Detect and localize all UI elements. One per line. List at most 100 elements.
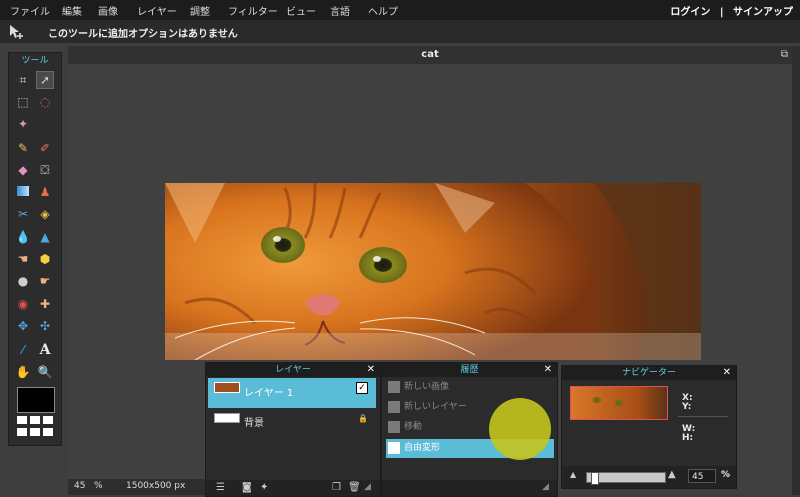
layer-mask-icon[interactable]: ◙	[242, 482, 252, 493]
magic-wand-tool-icon[interactable]: ✦	[14, 115, 32, 133]
thumb-eye	[615, 400, 623, 406]
options-message: このツールに追加オプションはありません	[48, 29, 238, 40]
close-icon[interactable]: ✕	[544, 363, 552, 377]
layers-panel: レイヤー ✕ レイヤー 1 ✓ 背景 🔒 ☰ ◙ ✦ ❐ 🗑 ◢	[205, 362, 381, 497]
layer-name: レイヤー 1	[244, 388, 294, 399]
visibility-checkbox[interactable]: ✓	[356, 382, 368, 394]
hand-tool-icon[interactable]: ✋	[14, 363, 32, 381]
auth-links: ログイン | サインアップ	[667, 3, 796, 18]
blur-tool-icon[interactable]: 💧	[14, 228, 32, 246]
burn-tool-icon[interactable]: ●	[14, 272, 32, 290]
layer-row[interactable]: 背景 🔒	[208, 410, 376, 432]
zoom-unit: %	[94, 481, 103, 491]
vertical-scrollbar[interactable]	[792, 46, 800, 495]
history-item-label: 新しい画像	[404, 382, 450, 392]
signup-link[interactable]: サインアップ	[733, 7, 793, 18]
dodge-tool-icon[interactable]: ☛	[36, 272, 54, 290]
zoom-in-icon[interactable]: ▲	[668, 469, 676, 480]
history-item[interactable]: 新しい画像	[386, 378, 554, 397]
status-bar: 45 % 1500x500 px	[68, 479, 208, 495]
history-doc-icon	[388, 380, 400, 393]
auth-separator: |	[719, 7, 724, 18]
navigator-thumbnail[interactable]	[570, 386, 668, 420]
move-tool-icon[interactable]: ➚	[36, 71, 54, 89]
clone-stamp-tool-icon[interactable]: ♟	[36, 183, 54, 201]
primary-color-swatch[interactable]	[17, 387, 55, 413]
navigator-footer: ▲ ▲ 45 %	[562, 466, 736, 488]
menu-language[interactable]: 言語	[330, 3, 350, 18]
drawing-tool-icon[interactable]: ◈	[36, 205, 54, 223]
y-label: Y:	[682, 402, 692, 412]
resize-grip-icon[interactable]: ◢	[542, 482, 549, 492]
pencil-tool-icon[interactable]: ✎	[14, 139, 32, 157]
type-tool-icon[interactable]: A	[36, 341, 54, 359]
document-dimensions: 1500x500 px	[126, 481, 186, 491]
zoom-unit: %	[721, 470, 731, 480]
zoom-out-icon[interactable]: ▲	[570, 470, 576, 479]
marquee-tool-icon[interactable]: ⬚	[14, 93, 32, 111]
gradient-tool-icon[interactable]	[14, 183, 32, 201]
eraser-tool-icon[interactable]: ◆	[14, 161, 32, 179]
layer-thumbnail	[214, 413, 240, 423]
maximize-icon[interactable]: ⧉	[781, 49, 788, 60]
palette-swatch-icon[interactable]	[43, 416, 53, 424]
lasso-tool-icon[interactable]: ◌	[36, 93, 54, 111]
zoom-slider[interactable]	[586, 472, 666, 485]
close-icon[interactable]: ✕	[367, 363, 375, 377]
color-picker-tool-icon[interactable]: ⁄	[14, 341, 32, 359]
move-tool-icon	[8, 24, 24, 44]
history-doc-icon	[388, 441, 400, 454]
options-bar: このツールに追加オプションはありません	[0, 21, 800, 43]
spot-heal-tool-icon[interactable]: ✚	[36, 295, 54, 313]
sharpen-tool-icon[interactable]: ▲	[36, 228, 54, 246]
layers-panel-title: レイヤー	[206, 363, 380, 377]
history-doc-icon	[388, 400, 400, 413]
move-icon	[388, 420, 400, 433]
red-eye-tool-icon[interactable]: ◉	[14, 295, 32, 313]
h-label: H:	[682, 433, 694, 443]
history-item-label: 自由変形	[404, 443, 441, 453]
close-icon[interactable]: ✕	[723, 366, 731, 380]
smudge-tool-icon[interactable]: ☚	[14, 250, 32, 268]
resize-grip-icon[interactable]: ◢	[364, 482, 371, 492]
crop-tool-icon[interactable]: ⌗	[14, 71, 32, 89]
pinch-tool-icon[interactable]: ✣	[36, 317, 54, 335]
history-item-label: 移動	[404, 422, 423, 432]
menu-help[interactable]: ヘルプ	[368, 3, 398, 18]
sponge-tool-icon[interactable]: ⬢	[36, 250, 54, 268]
divider	[678, 416, 728, 417]
palette-swatch-icon[interactable]	[17, 416, 27, 424]
zoom-value[interactable]: 45	[74, 481, 85, 491]
bucket-tool-icon[interactable]: ⛋	[36, 161, 54, 179]
login-link[interactable]: ログイン	[670, 7, 710, 18]
layer-thumbnail	[214, 382, 240, 393]
delete-layer-icon[interactable]: 🗑	[348, 482, 361, 493]
cursor-highlight	[489, 398, 551, 460]
lock-icon: 🔒	[358, 414, 368, 423]
layer-effects-icon[interactable]: ✦	[260, 482, 268, 493]
layer-settings-icon[interactable]: ☰	[216, 482, 225, 493]
menu-edit[interactable]: 編集	[62, 3, 82, 18]
menu-layer[interactable]: レイヤー	[137, 3, 177, 18]
history-panel: 履歴 ✕ 新しい画像 新しいレイヤー 移動 自由変形 ◢	[381, 362, 558, 497]
palette-swatch-icon[interactable]	[30, 416, 40, 424]
zoom-input[interactable]: 45	[688, 469, 716, 483]
menu-filter[interactable]: フィルター	[228, 3, 278, 18]
menu-image[interactable]: 画像	[98, 3, 118, 18]
bloat-tool-icon[interactable]: ✥	[14, 317, 32, 335]
color-replace-tool-icon[interactable]: ✂	[14, 205, 32, 223]
layer-row[interactable]: レイヤー 1 ✓	[208, 378, 376, 408]
brush-tool-icon[interactable]: ✐	[36, 139, 54, 157]
zoom-slider-handle[interactable]	[591, 472, 599, 485]
history-footer: ◢	[382, 480, 557, 496]
palette-swatch-icon[interactable]	[43, 428, 53, 436]
menu-view[interactable]: ビュー	[286, 3, 316, 18]
layers-footer: ☰ ◙ ✦ ❐ 🗑 ◢	[206, 480, 380, 496]
zoom-tool-icon[interactable]: 🔍	[36, 363, 54, 381]
menu-adjust[interactable]: 調整	[190, 3, 210, 18]
palette-swatch-icon[interactable]	[30, 428, 40, 436]
menu-file[interactable]: ファイル	[10, 3, 50, 18]
palette-swatch-icon[interactable]	[17, 428, 27, 436]
new-layer-icon[interactable]: ❐	[332, 482, 341, 493]
canvas-image[interactable]	[165, 183, 701, 360]
